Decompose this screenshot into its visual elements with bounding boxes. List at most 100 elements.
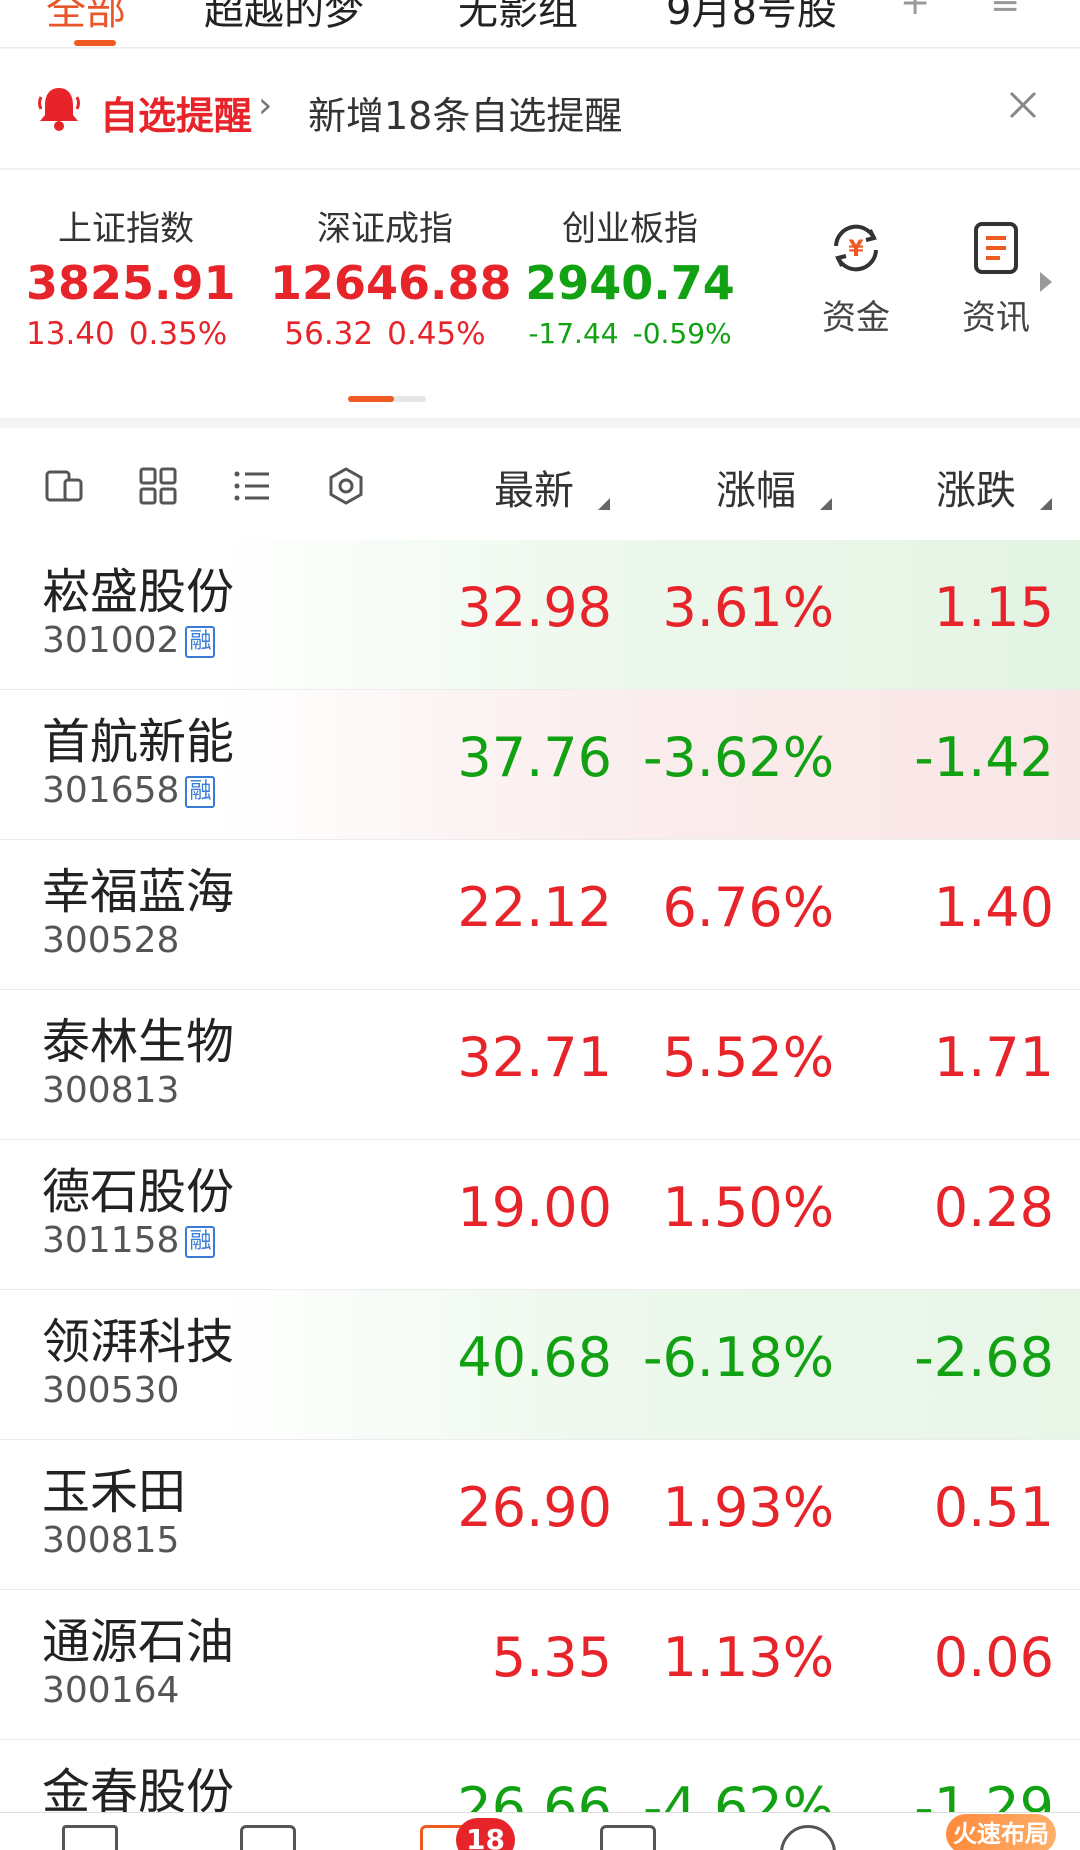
index-value: 12646.88 <box>270 256 512 310</box>
col-latest-header[interactable]: 最新 <box>494 458 574 516</box>
chevron-right-icon: › <box>258 85 273 126</box>
col-change-header[interactable]: 涨跌 <box>936 458 1016 516</box>
grid-view-icon[interactable] <box>138 466 178 506</box>
table-row[interactable]: 首航新能 301658 融 37.76 -3.62% -1.42 <box>0 690 1080 840</box>
add-group-icon[interactable]: + <box>900 0 930 23</box>
stock-name: 金春股份 <box>42 1764 235 1812</box>
index-changes: 56.32 0.45% <box>270 314 500 354</box>
change-amount: 1.15 <box>933 576 1054 639</box>
trade-icon[interactable] <box>600 1825 656 1850</box>
table-row[interactable]: 领湃科技 300530 40.68 -6.18% -2.68 <box>0 1290 1080 1440</box>
home-icon[interactable] <box>62 1825 118 1850</box>
index-card-sz[interactable]: 深证成指 12646.88 56.32 0.45% <box>270 206 512 354</box>
stock-name: 通源石油 <box>42 1614 235 1670</box>
stock-name: 德石股份 <box>42 1164 235 1220</box>
bell-icon <box>38 88 80 131</box>
profile-icon[interactable] <box>780 1825 836 1850</box>
tab-group-2[interactable]: 无影组 <box>458 0 578 36</box>
index-name: 上证指数 <box>58 209 194 249</box>
market-icon[interactable] <box>240 1825 296 1850</box>
alert-message[interactable]: 新增18条自选提醒 <box>308 85 622 140</box>
change-pct: 1.93% <box>662 1476 834 1539</box>
table-row[interactable]: 玉禾田 300815 26.90 1.93% 0.51 <box>0 1440 1080 1590</box>
fund-flow-button[interactable]: ¥ 资金 <box>808 218 904 339</box>
table-row[interactable]: 通源石油 300164 5.35 1.13% 0.06 <box>0 1590 1080 1740</box>
fund-flow-icon: ¥ <box>834 224 878 272</box>
index-pct: -0.59% <box>632 317 732 350</box>
table-row[interactable]: 崧盛股份 301002 融 32.98 3.61% 1.15 <box>0 540 1080 690</box>
change-pct: -4.62% <box>642 1776 834 1812</box>
change-pct: 6.76% <box>662 876 834 939</box>
tab-all[interactable]: 全部 <box>46 0 126 36</box>
stock-code: 300815 <box>42 1520 180 1561</box>
stock-code: 301002 融 <box>42 620 216 661</box>
change-pct: 1.13% <box>662 1626 834 1689</box>
table-row[interactable]: 金春股份 26.66 -4.62% -1.29 <box>0 1740 1080 1812</box>
page-indicator <box>348 396 426 402</box>
sort-icon <box>598 498 610 510</box>
latest-price: 32.71 <box>457 1026 612 1089</box>
index-changes: 13.40 0.35% <box>26 314 228 354</box>
quick-layout-button[interactable]: 火速布局 <box>946 1814 1056 1850</box>
stock-code: 300164 <box>42 1670 180 1711</box>
index-change: 13.40 <box>26 316 115 352</box>
change-amount: 0.28 <box>933 1176 1054 1239</box>
change-amount: 1.71 <box>933 1026 1054 1089</box>
sort-icon <box>1040 498 1052 510</box>
margin-badge: 融 <box>185 776 216 808</box>
margin-badge: 融 <box>185 1226 216 1258</box>
index-name: 深证成指 <box>317 209 453 249</box>
table-row[interactable]: 德石股份 301158 融 19.00 1.50% 0.28 <box>0 1140 1080 1290</box>
watchlist-alert-bar[interactable]: 自选提醒 › 新增18条自选提醒 <box>0 49 1080 169</box>
change-pct: 1.50% <box>662 1176 834 1239</box>
list-header: 最新 涨幅 涨跌 <box>0 428 1080 540</box>
tab-group-1[interactable]: 超越的梦 <box>204 0 364 36</box>
settings-hex-icon[interactable] <box>326 466 366 506</box>
news-label: 资讯 <box>962 298 1030 338</box>
notification-badge: 18 <box>456 1818 515 1850</box>
table-row[interactable]: 泰林生物 300813 32.71 5.52% 1.71 <box>0 990 1080 1140</box>
index-pct: 0.45% <box>387 316 486 352</box>
index-change: 56.32 <box>284 316 374 352</box>
stock-list: 崧盛股份 301002 融 32.98 3.61% 1.15 首航新能 30165… <box>0 540 1080 1812</box>
change-pct: -3.62% <box>642 726 834 789</box>
index-value: 2940.74 <box>525 256 735 310</box>
stock-name: 泰林生物 <box>42 1014 235 1070</box>
index-card-cyb[interactable]: 创业板指 2940.74 -17.44 -0.59% <box>520 206 740 354</box>
market-index-panel: 上证指数 3825.91 13.40 0.35% 深证成指 12646.88 56… <box>0 170 1080 418</box>
fund-flow-label: 资金 <box>822 298 890 338</box>
table-row[interactable]: 幸福蓝海 300528 22.12 6.76% 1.40 <box>0 840 1080 990</box>
latest-price: 5.35 <box>491 1626 612 1689</box>
margin-badge: 融 <box>185 626 216 658</box>
index-name: 创业板指 <box>562 209 698 249</box>
alert-title[interactable]: 自选提醒 <box>100 85 252 140</box>
latest-price: 37.76 <box>457 726 612 789</box>
tab-group-3[interactable]: 9月8号股 <box>666 0 837 36</box>
stock-code: 301158 融 <box>42 1220 216 1261</box>
scroll-right-icon[interactable] <box>1040 272 1052 292</box>
stock-name: 玉禾田 <box>42 1464 187 1520</box>
index-card-sh[interactable]: 上证指数 3825.91 13.40 0.35% <box>26 206 236 354</box>
index-pct: 0.35% <box>128 316 228 352</box>
latest-price: 22.12 <box>457 876 612 939</box>
change-amount: -1.29 <box>914 1776 1054 1812</box>
index-changes: -17.44 -0.59% <box>520 314 740 354</box>
stock-code: 300530 <box>42 1370 180 1411</box>
change-amount: -2.68 <box>914 1326 1054 1389</box>
change-pct: 3.61% <box>662 576 834 639</box>
stock-name: 幸福蓝海 <box>42 864 235 920</box>
col-pct-header[interactable]: 涨幅 <box>716 458 796 516</box>
card-view-icon[interactable] <box>44 466 84 506</box>
close-icon[interactable] <box>1003 85 1043 125</box>
news-doc-icon <box>974 222 1018 274</box>
active-tab-indicator <box>74 40 116 46</box>
bottom-nav <box>0 1812 1080 1850</box>
index-value: 3825.91 <box>26 256 236 310</box>
latest-price: 32.98 <box>457 576 612 639</box>
list-view-icon[interactable] <box>232 466 272 506</box>
latest-price: 40.68 <box>457 1326 612 1389</box>
menu-icon[interactable]: ≡ <box>990 0 1020 23</box>
change-amount: 1.40 <box>933 876 1054 939</box>
news-button[interactable]: 资讯 <box>948 218 1044 339</box>
stock-name: 崧盛股份 <box>42 564 235 620</box>
